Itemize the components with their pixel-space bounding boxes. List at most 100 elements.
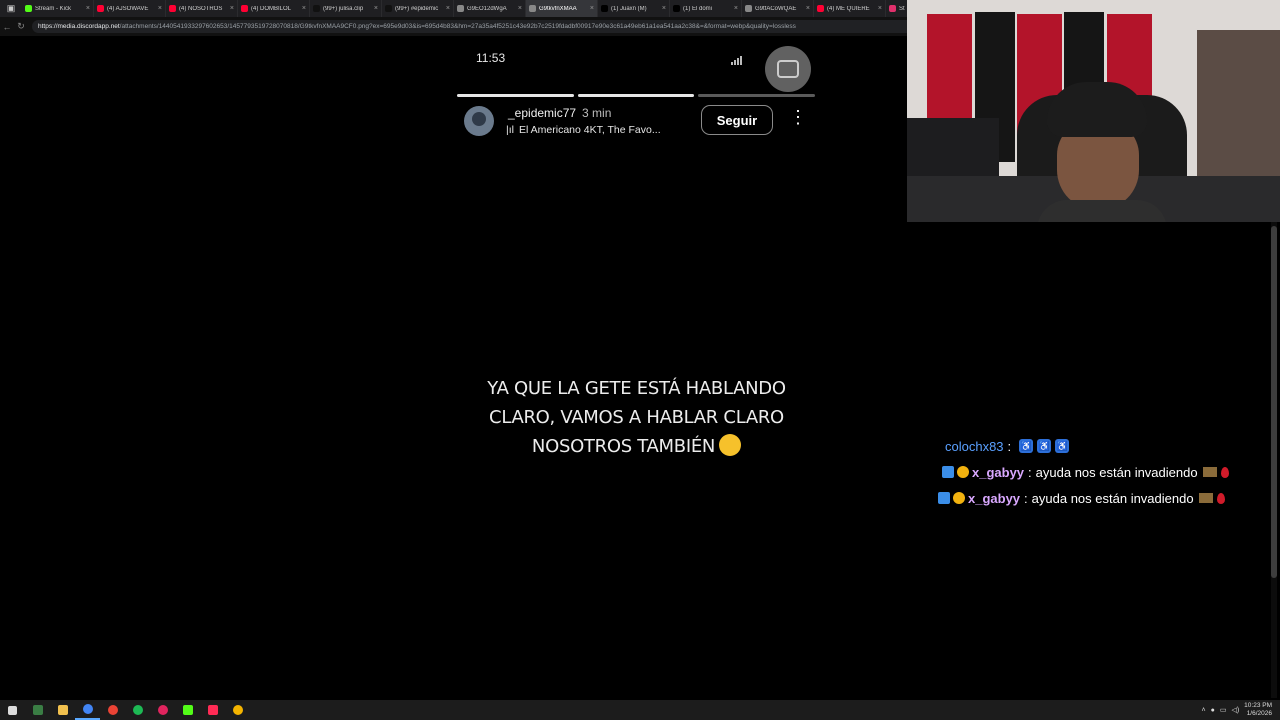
chat-message: colochx83 : ♿ ♿ ♿ [935,433,1280,459]
back-icon[interactable]: ← [0,22,14,32]
browser-tab[interactable]: (1) El domi × [670,0,742,17]
chat-text: ayuda nos están invadiendo [1035,464,1198,480]
google-lens-icon[interactable] [765,46,811,92]
tab-label: (4) DOMBILOL [251,5,292,12]
tiktok-icon[interactable] [200,700,225,720]
tab-close-icon[interactable]: × [302,5,306,12]
reload-icon[interactable]: ↻ [14,21,28,32]
chrome-canary-icon[interactable] [225,700,250,720]
tab-label: (99+) #epidemic [395,5,439,12]
tab-label: G9tkvfnXMAA [539,5,577,12]
signal-icon [731,56,742,65]
browser-tab[interactable]: G9tkvfnXMAA × [526,0,598,17]
username[interactable]: _epidemic77 [508,106,576,120]
tab-close-icon[interactable]: × [518,5,522,12]
tab-close-icon[interactable]: × [158,5,162,12]
tab-close-icon[interactable]: × [734,5,738,12]
tab-close-icon[interactable]: × [374,5,378,12]
wheelchair-icon: ♿ [1055,439,1070,453]
browser-tab[interactable]: (1) Juaxn (M) × [598,0,670,17]
tab-close-icon[interactable]: × [662,5,666,12]
progress-fill [457,94,574,97]
browser-tab[interactable]: (99+) #epidemic × [382,0,454,17]
browser-tab[interactable]: (4) ME QUIERE × [814,0,886,17]
phone-clock: 11:53 [476,51,506,65]
network-icon[interactable]: ▭ [1220,706,1227,714]
gifter-badge-icon [953,492,965,504]
start-icon[interactable] [0,700,25,720]
microphone-icon[interactable]: ● [1211,707,1215,714]
chat-text: ayuda nos están invadiendo [1031,490,1194,506]
kick-icon[interactable] [175,700,200,720]
chat-separator: : [1024,490,1028,506]
browser-tab[interactable]: Stream - Kick × [22,0,94,17]
chat-message: x_gabyy : ayuda nos están invadiendo [935,459,1280,485]
terminal-icon[interactable] [25,700,50,720]
tab-close-icon[interactable]: × [446,5,450,12]
tab-favicon-icon [25,5,32,12]
window-menu-icon[interactable]: ▣ [0,3,22,14]
chrome-profile-icon[interactable] [100,700,125,720]
browser-tab[interactable]: (99+) julisa.clip × [310,0,382,17]
chevron-up-icon[interactable]: ˄ [1202,707,1206,714]
song-info[interactable]: |ıl El Americano 4KT, The Favo... [506,124,661,136]
more-options-icon[interactable]: ⋮ [789,108,807,126]
system-clock[interactable]: 10:23 PM 1/6/2026 [1244,702,1272,718]
tab-favicon-icon [97,5,104,12]
story-header: _epidemic77 3 min [508,106,611,120]
pickaxe-emote-icon [1198,493,1213,503]
system-tray: ˄ ● ▭ ◁) 10:23 PM 1/6/2026 [1202,700,1280,720]
browser-tab[interactable]: G9EO12dWgA × [454,0,526,17]
story-line: CLARO, VAMOS A HABLAR CLARO [489,407,784,428]
file-explorer-icon[interactable] [50,700,75,720]
tab-close-icon[interactable]: × [878,5,882,12]
browser-tab[interactable]: G9tfACoWQAE × [742,0,814,17]
tab-label: (4) NOSOTROS [179,5,223,12]
music-bars-icon: |ıl [506,124,514,136]
streamer-body [1037,200,1167,222]
progress-fill [577,94,695,97]
story-line-last: NOSOTROS TAMBIÉN [473,432,800,461]
smirk-face-emoji [719,434,742,456]
url-host: https://media.discordapp.net [38,23,120,30]
gifter-badge-icon [957,466,969,478]
pickaxe-emote-icon [1202,467,1217,477]
tab-close-icon[interactable]: × [590,5,594,12]
scrollbar-thumb[interactable] [1271,226,1277,578]
chat-username: colochx83 [945,438,1004,454]
streamer [1037,82,1167,222]
tab-label: (1) Juaxn (M) [611,5,647,12]
clothes-rack [1197,30,1280,180]
chat-separator: : [1007,438,1012,454]
wheelchair-icon: ♿ [1019,439,1034,453]
tab-close-icon[interactable]: × [230,5,234,12]
tab-favicon-icon [889,5,896,12]
story-line: YA QUE LA GETE ESTÁ HABLANDO [487,378,786,399]
tab-list: Stream - Kick × (4) AJSOWAVE × (4) NOSOTROS ×… [22,0,958,17]
spotify-icon[interactable] [125,700,150,720]
chat-separator: : [1028,464,1032,480]
tab-close-icon[interactable]: × [86,5,90,12]
chat-overlay: colochx83 : ♿ ♿ ♿ x_gabyy : ayuda nos es… [935,433,1280,511]
wheelchair-icon: ♿ [1037,439,1052,453]
chrome-icon[interactable] [75,700,100,720]
browser-tab[interactable]: (4) DOMBILOL × [238,0,310,17]
browser-tab[interactable]: (4) NOSOTROS × [166,0,238,17]
tab-label: (4) ME QUIERE [827,5,870,12]
browser-tab[interactable]: (4) AJSOWAVE × [94,0,166,17]
follow-button[interactable]: Seguir [701,105,773,135]
tab-favicon-icon [385,5,392,12]
tab-close-icon[interactable]: × [806,5,810,12]
volume-icon[interactable]: ◁) [1231,706,1239,714]
url-path: /attachments/1440541933297602653/1457793… [119,23,796,30]
chat-username: x_gabyy [968,490,1021,506]
tab-label: Stream - Kick [35,5,72,12]
progress-segment [577,94,695,97]
tab-favicon-icon [241,5,248,12]
clock-time: 10:23 PM [1244,702,1272,709]
chat-message: x_gabyy : ayuda nos están invadiendo [935,485,1280,511]
tab-label: G9tfACoWQAE [755,5,797,12]
subscriber-badge-icon [942,466,954,478]
obs-icon[interactable] [150,700,175,720]
avatar[interactable] [464,106,494,136]
